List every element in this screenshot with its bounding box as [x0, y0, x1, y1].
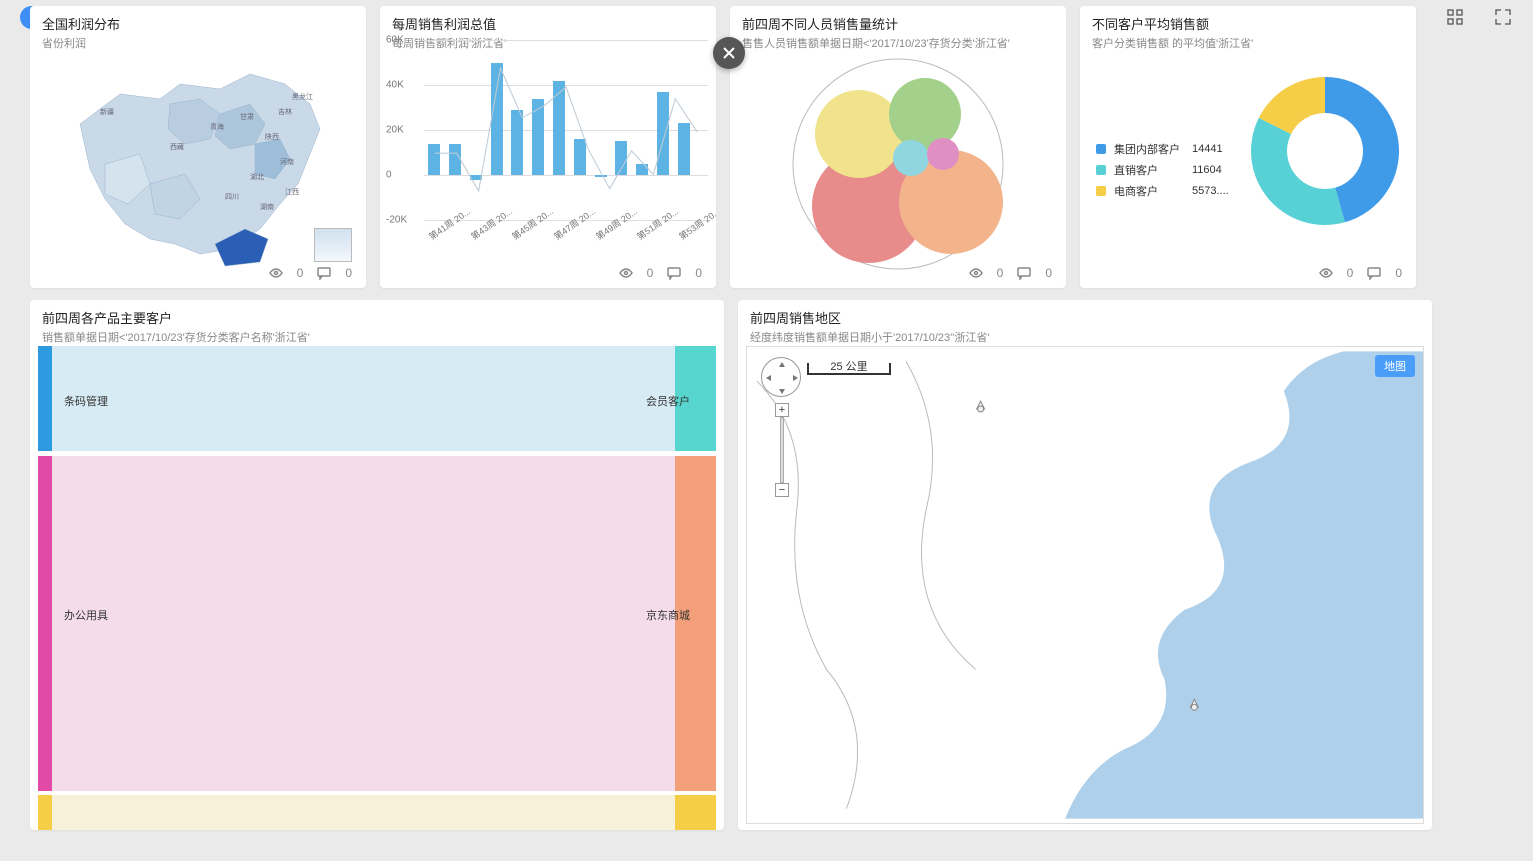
svg-text:河南: 河南	[280, 157, 294, 166]
comment-icon	[317, 266, 331, 280]
views-count: 0	[647, 266, 654, 280]
card-donut-chart: 不同客户平均销售额 客户分类销售额 的平均值'浙江省' 集团内部客户 14441 …	[1080, 6, 1416, 288]
donut-legend: 集团内部客户 14441 直销客户 11604 电商客户 5573....	[1096, 136, 1229, 204]
card-treemap: 前四周各产品主要客户 销售额单据日期<'2017/10/23'存货分类客户名称'…	[30, 300, 724, 830]
apps-icon[interactable]	[1445, 7, 1465, 27]
card-title: 前四周不同人员销售量统计	[740, 6, 1056, 33]
legend-value: 11604	[1192, 164, 1222, 176]
legend-name: 集团内部客户	[1114, 141, 1184, 157]
eye-icon	[619, 266, 633, 280]
views-count: 0	[297, 266, 304, 280]
eye-icon	[969, 266, 983, 280]
svg-text:甘肃: 甘肃	[240, 112, 254, 121]
card-bubble-chart: 前四周不同人员销售量统计 售售人员销售额单据日期<'2017/10/23'存货分…	[730, 6, 1066, 288]
card-title: 不同客户平均销售额	[1090, 6, 1406, 33]
svg-text:青海: 青海	[210, 122, 224, 131]
comments-count: 0	[1045, 266, 1052, 280]
svg-text:四川: 四川	[225, 193, 239, 201]
treemap[interactable]: 条码管理会员客户办公用具京东商城	[38, 346, 716, 824]
legend-swatch	[1096, 165, 1106, 175]
card-china-map: 全国利润分布 省份利润 新疆西藏青海 甘肃陕西河南 湖北四川湖南 江西黑龙江吉林	[30, 6, 366, 288]
zoom-slider[interactable]	[780, 417, 784, 483]
card-bar-chart: 每周销售利润总值 每周销售额利润'浙江省' -20K020K40K60K第41周…	[380, 6, 716, 288]
views-count: 0	[997, 266, 1004, 280]
legend-swatch	[1096, 186, 1106, 196]
card-subtitle: 客户分类销售额 的平均值'浙江省'	[1090, 33, 1406, 55]
legend-value: 5573....	[1192, 185, 1229, 197]
card-title: 前四周各产品主要客户	[40, 300, 714, 327]
map-zoom-control: + −	[775, 403, 789, 497]
card-title: 每周销售利润总值	[390, 6, 706, 33]
geo-map[interactable]: 地图 + − 25 公里	[746, 346, 1424, 824]
svg-text:吉林: 吉林	[278, 107, 292, 116]
fullscreen-icon[interactable]	[1493, 7, 1513, 27]
card-geo-map: 前四周销售地区 经度纬度销售额单据日期小于'2017/10/23''浙江省' 地…	[738, 300, 1432, 830]
svg-text:江西: 江西	[285, 188, 299, 196]
svg-text:湖南: 湖南	[260, 202, 274, 211]
map-type-button[interactable]: 地图	[1375, 355, 1415, 377]
comments-count: 0	[345, 266, 352, 280]
map-legend	[314, 228, 352, 262]
legend-name: 直销客户	[1114, 162, 1184, 178]
comment-icon	[1367, 266, 1381, 280]
views-count: 0	[1347, 266, 1354, 280]
zoom-in-button[interactable]: +	[775, 403, 789, 417]
svg-text:新疆: 新疆	[100, 107, 114, 116]
svg-text:西藏: 西藏	[170, 142, 184, 151]
close-icon	[722, 46, 736, 60]
card-title: 前四周销售地区	[748, 300, 1422, 327]
bubble-chart[interactable]	[783, 54, 1013, 274]
comment-icon	[1017, 266, 1031, 280]
bar-chart[interactable]: -20K020K40K60K第41周 20...第43周 20...第45周 2…	[424, 40, 708, 238]
close-button[interactable]	[713, 37, 745, 69]
eye-icon	[269, 266, 283, 280]
legend-name: 电商客户	[1114, 183, 1184, 199]
donut-chart[interactable]	[1240, 66, 1410, 236]
card-subtitle: 售售人员销售额单据日期<'2017/10/23'存货分类'浙江省'	[740, 33, 1056, 55]
card-title: 全国利润分布	[40, 6, 356, 33]
china-map[interactable]: 新疆西藏 青海 甘肃陕西河南 湖北四川湖南 江西 黑龙江吉林	[50, 44, 340, 274]
zoom-out-button[interactable]: −	[775, 483, 789, 497]
eye-icon	[1319, 266, 1333, 280]
svg-text:陕西: 陕西	[265, 132, 279, 141]
svg-text:黑龙江: 黑龙江	[292, 92, 313, 101]
comments-count: 0	[1395, 266, 1402, 280]
comments-count: 0	[695, 266, 702, 280]
svg-text:湖北: 湖北	[250, 172, 264, 181]
legend-value: 14441	[1192, 143, 1223, 155]
comment-icon	[667, 266, 681, 280]
map-pan-control[interactable]	[761, 357, 801, 397]
map-scale: 25 公里	[807, 363, 891, 375]
legend-swatch	[1096, 144, 1106, 154]
